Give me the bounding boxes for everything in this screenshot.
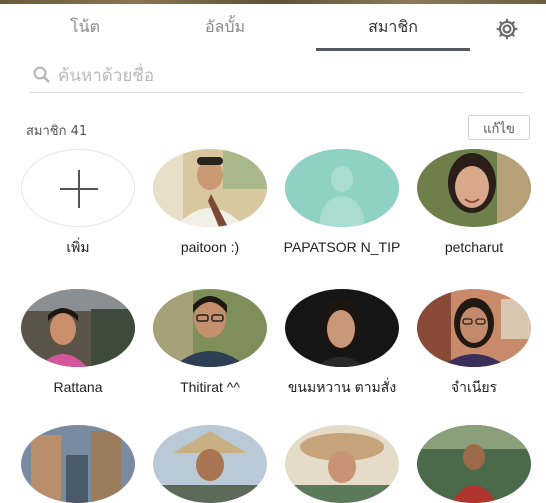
member-avatar[interactable] (153, 149, 267, 227)
member-item[interactable]: petcharut (409, 149, 539, 256)
member-item[interactable]: Thitirat ^^ (145, 289, 275, 396)
tab-album[interactable]: อัลบั้ม (160, 4, 290, 50)
member-avatar[interactable] (285, 425, 399, 503)
member-item[interactable] (409, 425, 539, 503)
member-name: จำเนียร (450, 379, 498, 395)
member-avatar[interactable] (21, 289, 135, 367)
default-avatar-icon[interactable] (285, 149, 399, 227)
edit-button[interactable]: แก้ไข (468, 115, 530, 140)
member-avatar[interactable] (153, 425, 267, 503)
member-name: Rattana (53, 379, 103, 395)
member-item[interactable]: จำเนียร (409, 289, 539, 396)
tab-members[interactable]: สมาชิก (316, 4, 470, 50)
search-icon (33, 66, 50, 83)
member-item[interactable] (13, 425, 143, 503)
member-name: paitoon :) (180, 239, 240, 255)
member-avatar[interactable] (21, 425, 135, 503)
member-avatar[interactable] (417, 425, 531, 503)
member-item[interactable] (145, 425, 275, 503)
member-item[interactable] (277, 425, 407, 503)
member-item[interactable]: Rattana (13, 289, 143, 396)
member-item[interactable]: paitoon :) (145, 149, 275, 256)
active-tab-indicator (316, 48, 470, 51)
gear-icon[interactable] (494, 16, 520, 42)
member-item[interactable]: ขนมหวาน ตามสั่ง (277, 289, 407, 396)
member-name: petcharut (444, 239, 504, 255)
plus-icon[interactable] (21, 149, 135, 227)
member-avatar[interactable] (417, 149, 531, 227)
member-avatar[interactable] (285, 289, 399, 367)
search-placeholder: ค้นหาด้วยชื่อ (58, 66, 155, 86)
member-name: ขนมหวาน ตามสั่ง (287, 379, 397, 395)
member-avatar[interactable] (153, 289, 267, 367)
member-avatar[interactable] (417, 289, 531, 367)
member-count: สมาชิก 41 (26, 124, 88, 139)
add-member-label: เพิ่ม (66, 239, 90, 255)
member-item[interactable]: PAPATSOR N_TIP (277, 149, 407, 256)
member-name: PAPATSOR N_TIP (283, 239, 401, 255)
tab-notes[interactable]: โน้ต (30, 4, 140, 50)
search-field[interactable]: ค้นหาด้วยชื่อ (30, 58, 524, 93)
add-member-cell[interactable]: เพิ่ม (13, 149, 143, 256)
member-name: Thitirat ^^ (180, 379, 240, 395)
tab-bar: โน้ต อัลบั้ม สมาชิก (0, 4, 546, 52)
